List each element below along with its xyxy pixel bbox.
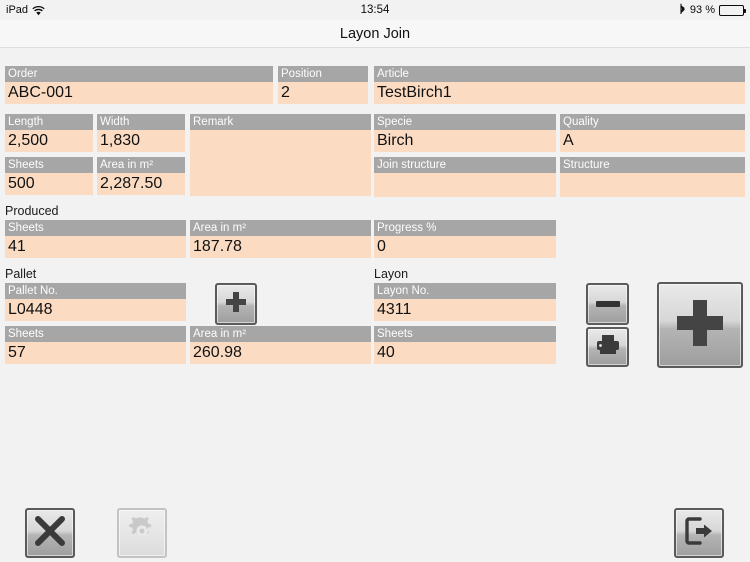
add-layon-button[interactable] [657,282,743,368]
close-icon [33,514,67,553]
field-pallet-no[interactable]: Pallet No. L0448 [5,283,186,321]
exit-button[interactable] [674,508,724,558]
field-order-value: ABC-001 [5,82,273,104]
field-pallet-no-label: Pallet No. [5,283,186,299]
field-article-label: Article [374,66,745,82]
field-remark-label: Remark [190,114,371,130]
status-bar-right: 93 % [679,3,746,18]
field-position-value: 2 [278,82,368,104]
exit-icon [682,514,716,553]
field-join-structure-label: Join structure [374,157,556,173]
field-order-sheets-label: Sheets [5,157,93,173]
field-pallet-area[interactable]: Area in m² 260.98 [190,326,371,364]
field-structure-value [560,173,745,197]
field-specie[interactable]: Specie Birch [374,114,556,152]
plus-icon [671,294,729,357]
produced-section-title: Produced [5,204,59,218]
field-order-sheets-value: 500 [5,173,93,195]
field-order[interactable]: Order ABC-001 [5,66,273,104]
field-layon-sheets-label: Sheets [374,326,556,342]
field-pallet-area-value: 260.98 [190,342,371,364]
field-quality-value: A [560,130,745,152]
field-pallet-sheets-label: Sheets [5,326,186,342]
field-pallet-no-value: L0448 [5,299,186,321]
layon-section-title: Layon [374,267,409,281]
battery-percent-label: 93 % [689,4,715,16]
minus-icon [595,301,620,307]
field-produced-area[interactable]: Area in m² 187.78 [190,220,371,258]
field-layon-no[interactable]: Layon No. 4311 [374,283,556,321]
app-screen: iPad 13:54 93 % Layon Join Order ABC-001… [0,0,750,562]
field-remark[interactable]: Remark [190,114,371,196]
field-position-label: Position [278,66,368,82]
field-quality-label: Quality [560,114,745,130]
field-layon-no-value: 4311 [374,299,556,321]
field-join-structure[interactable]: Join structure [374,157,556,197]
add-pallet-button[interactable] [215,283,257,325]
field-layon-sheets[interactable]: Sheets 40 [374,326,556,364]
field-order-area-label: Area in m² [97,157,185,173]
battery-icon [719,4,746,16]
field-layon-sheets-value: 40 [374,342,556,364]
field-produced-area-label: Area in m² [190,220,371,236]
field-order-sheets[interactable]: Sheets 500 [5,157,93,195]
field-width-value: 1,830 [97,130,185,152]
field-article-value: TestBirch1 [374,82,745,104]
field-specie-label: Specie [374,114,556,130]
field-position[interactable]: Position 2 [278,66,368,104]
gear-icon [125,514,159,553]
pallet-section-title: Pallet [5,267,37,281]
print-button[interactable] [586,327,629,367]
field-produced-progress-value: 0 [374,236,556,258]
field-length[interactable]: Length 2,500 [5,114,93,152]
field-order-area[interactable]: Area in m² 2,287.50 [97,157,185,195]
field-pallet-sheets-value: 57 [5,342,186,364]
remove-layon-button[interactable] [586,283,629,325]
field-structure-label: Structure [560,157,745,173]
field-pallet-sheets[interactable]: Sheets 57 [5,326,186,364]
close-button[interactable] [25,508,75,558]
field-order-label: Order [5,66,273,82]
field-length-label: Length [5,114,93,130]
bluetooth-icon [679,3,686,18]
navigation-bar: Layon Join [0,20,750,48]
field-order-area-value: 2,287.50 [97,173,185,195]
field-width[interactable]: Width 1,830 [97,114,185,152]
field-remark-value [190,130,371,196]
field-join-structure-value [374,173,556,197]
field-article[interactable]: Article TestBirch1 [374,66,745,104]
settings-button[interactable] [117,508,167,558]
field-structure[interactable]: Structure [560,157,745,197]
status-bar: iPad 13:54 93 % [0,0,750,20]
status-bar-clock: 13:54 [360,4,390,16]
field-produced-progress[interactable]: Progress % 0 [374,220,556,258]
field-width-label: Width [97,114,185,130]
field-produced-progress-label: Progress % [374,220,556,236]
field-layon-no-label: Layon No. [374,283,556,299]
page-title: Layon Join [339,25,411,42]
field-produced-area-value: 187.78 [190,236,371,258]
printer-icon [595,333,621,362]
field-quality[interactable]: Quality A [560,114,745,152]
field-produced-sheets[interactable]: Sheets 41 [5,220,186,258]
field-produced-sheets-label: Sheets [5,220,186,236]
plus-icon [223,289,249,320]
field-pallet-area-label: Area in m² [190,326,371,342]
field-specie-value: Birch [374,130,556,152]
field-produced-sheets-value: 41 [5,236,186,258]
field-length-value: 2,500 [5,130,93,152]
